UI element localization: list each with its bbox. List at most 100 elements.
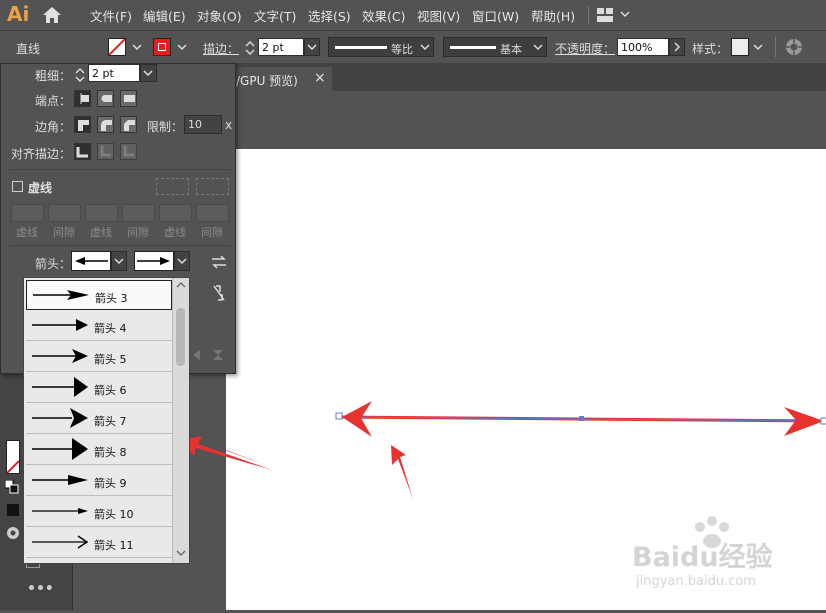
link-scale-icon[interactable]: [211, 283, 227, 303]
menu-view[interactable]: 视图(V): [417, 6, 460, 25]
align-outside-button[interactable]: [120, 143, 137, 160]
anchor-start[interactable]: [335, 412, 343, 420]
opacity-expand[interactable]: [669, 38, 685, 56]
end-arrowhead-select[interactable]: [134, 251, 174, 271]
scroll-thumb[interactable]: [176, 308, 185, 366]
stroke-color-swatch[interactable]: [153, 38, 171, 56]
recolor-artwork-icon[interactable]: [785, 38, 803, 56]
close-icon[interactable]: ×: [314, 70, 326, 86]
fill-none-swatch[interactable]: [108, 38, 126, 56]
drawing-mode-icon[interactable]: [6, 526, 20, 540]
miter-join-icon: [78, 120, 89, 131]
list-scrollbar[interactable]: [172, 278, 189, 563]
arrowhead-option-label: 箭头 5: [94, 353, 127, 366]
align-inside-button[interactable]: [97, 143, 114, 160]
opacity-input[interactable]: 100%: [617, 38, 669, 56]
anchor-end[interactable]: [820, 417, 826, 425]
artboard-canvas[interactable]: Baidu经验 jingyan.baidu.com: [186, 149, 826, 610]
projecting-cap-button[interactable]: [120, 90, 137, 107]
profile-line: [335, 46, 387, 49]
menu-file[interactable]: 文件(F): [90, 6, 132, 25]
dash-preserve-icon[interactable]: [156, 178, 189, 195]
weight-input[interactable]: 2 pt: [88, 64, 140, 82]
butt-cap-button[interactable]: [74, 90, 91, 107]
weight-dropdown[interactable]: [140, 64, 157, 82]
stepper-icon[interactable]: [74, 66, 86, 84]
arrowhead-option[interactable]: 箭头 6: [26, 373, 172, 403]
stroke-weight-input[interactable]: 2 pt: [258, 38, 304, 56]
dash-field-3[interactable]: [159, 204, 192, 222]
stroke-label[interactable]: 描边：: [203, 40, 239, 57]
round-join-button[interactable]: [97, 116, 114, 133]
projecting-cap-icon: [124, 95, 135, 102]
arrowhead-option[interactable]: 箭头 3: [26, 280, 172, 310]
color-mode-icon[interactable]: [7, 504, 19, 516]
limit-input[interactable]: 10: [184, 115, 222, 134]
arrowhead-8-icon: [32, 438, 88, 460]
fill-none-tool-swatch[interactable]: [6, 440, 20, 474]
menu-select[interactable]: 选择(S): [308, 6, 351, 25]
menu-bar: Ai 文件(F) 编辑(E) 对象(O) 文字(T) 选择(S) 效果(C) 视…: [0, 0, 826, 31]
gap-field-3[interactable]: [196, 204, 229, 222]
arrowhead-option-label: 箭头 11: [94, 539, 134, 552]
document-tab[interactable]: /GPU 预览) ×: [226, 67, 332, 91]
brush-definition[interactable]: 基本: [443, 37, 547, 57]
gap-field-1[interactable]: [48, 204, 81, 222]
arrowhead-option[interactable]: 箭头 5: [26, 342, 172, 372]
scroll-down-icon[interactable]: [176, 549, 186, 557]
arrow-align-end-icon[interactable]: [211, 348, 225, 362]
round-cap-button[interactable]: [97, 90, 114, 107]
dashed-checkbox[interactable]: [12, 181, 23, 192]
home-icon[interactable]: [42, 6, 62, 24]
dash-align-icon[interactable]: [196, 178, 229, 195]
chevron-down-icon[interactable]: [132, 43, 142, 51]
align-center-button[interactable]: [74, 143, 91, 160]
arrowhead-option[interactable]: 箭头 11: [26, 528, 172, 558]
arrowhead-option[interactable]: 箭头 10: [26, 497, 172, 527]
start-arrowhead-select[interactable]: [71, 251, 111, 271]
gap-field-2[interactable]: [122, 204, 155, 222]
chevron-down-icon[interactable]: [177, 43, 187, 51]
arrowhead-option[interactable]: 箭头 8: [26, 435, 172, 465]
arrowhead-option[interactable]: 箭头 7: [26, 404, 172, 434]
chevron-down-icon[interactable]: [620, 10, 630, 18]
bevel-join-button[interactable]: [120, 116, 137, 133]
anchor-center[interactable]: [579, 416, 584, 421]
variable-width-profile[interactable]: 等比: [328, 37, 434, 57]
menu-type[interactable]: 文字(T): [254, 6, 296, 25]
end-arrowhead-dropdown[interactable]: [174, 251, 190, 271]
more-tools-icon[interactable]: •••: [27, 581, 54, 597]
stroke-weight-dropdown[interactable]: [304, 38, 320, 56]
arrowhead-option[interactable]: 箭头 9: [26, 466, 172, 496]
swap-arrowheads-icon[interactable]: [210, 254, 228, 270]
arrowhead-5-icon: [32, 349, 88, 363]
arrowhead-dropdown-list[interactable]: 箭头 3 箭头 4 箭头 5 箭头 6 箭头 7 箭头 8 箭头 9 箭头 10…: [23, 277, 190, 564]
chevron-down-icon[interactable]: [420, 43, 430, 51]
start-arrowhead-dropdown[interactable]: [111, 251, 127, 271]
menu-window[interactable]: 窗口(W): [472, 6, 519, 25]
chevron-down-icon[interactable]: [533, 43, 543, 51]
arrowhead-option[interactable]: 箭头 4: [26, 311, 172, 341]
dash-field-2[interactable]: [85, 204, 118, 222]
dashed-label: 虚线: [28, 181, 53, 195]
arrow-align-tip-icon[interactable]: [189, 348, 203, 362]
default-colors-icon[interactable]: [5, 480, 19, 494]
panel-divider: [9, 169, 231, 170]
scroll-up-icon[interactable]: [176, 281, 186, 289]
menu-help[interactable]: 帮助(H): [531, 6, 575, 25]
menu-edit[interactable]: 编辑(E): [143, 6, 186, 25]
menu-effect[interactable]: 效果(C): [362, 6, 405, 25]
watermark-brand: Baidu经验: [632, 541, 773, 573]
round-cap-icon: [101, 95, 112, 102]
menu-object[interactable]: 对象(O): [197, 6, 242, 25]
stepper-icon[interactable]: [244, 39, 256, 57]
dash-field-1[interactable]: [11, 204, 44, 222]
graphic-style-swatch[interactable]: [731, 38, 749, 56]
miter-join-button[interactable]: [74, 116, 91, 133]
arrowhead-option-label: 箭头 10: [94, 508, 134, 521]
chevron-down-icon[interactable]: [753, 43, 763, 51]
watermark-url: jingyan.baidu.com: [635, 574, 756, 589]
opacity-label[interactable]: 不透明度：: [555, 40, 615, 57]
workspace-layout-icon[interactable]: [597, 8, 613, 22]
app-logo: Ai: [7, 2, 30, 26]
